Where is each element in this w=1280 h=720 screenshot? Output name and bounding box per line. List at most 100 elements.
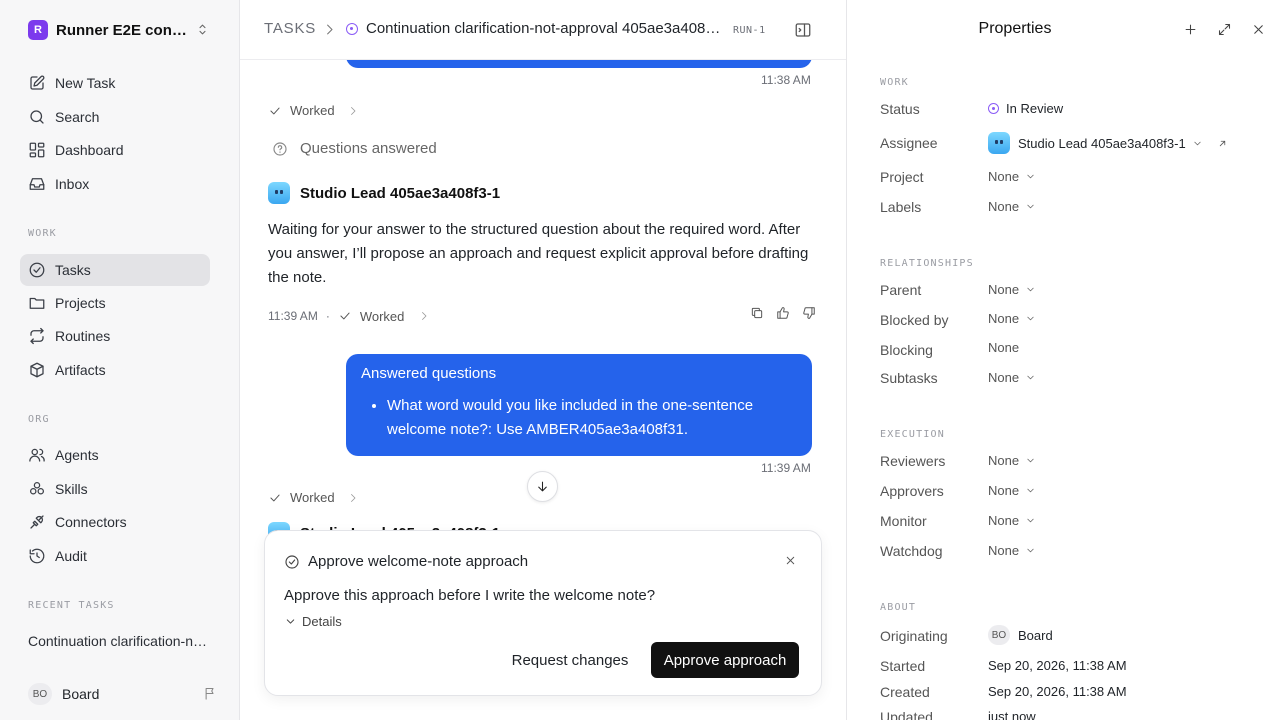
users-icon bbox=[29, 448, 45, 462]
sidebar-item-label: Projects bbox=[55, 295, 106, 311]
flag-icon[interactable] bbox=[203, 686, 218, 701]
skills-icon bbox=[29, 481, 45, 495]
originating-value: BO Board bbox=[988, 625, 1053, 645]
breadcrumb-tasks[interactable]: TASKS bbox=[264, 20, 316, 37]
status-text: In Review bbox=[1006, 101, 1064, 116]
scroll-to-bottom-button[interactable] bbox=[527, 471, 558, 502]
sidebar-item-routines[interactable]: Routines bbox=[20, 320, 210, 352]
sidebar-item-label: Agents bbox=[55, 447, 99, 463]
sidebar-item-projects[interactable]: Projects bbox=[20, 287, 210, 319]
chevron-down-icon bbox=[1027, 518, 1034, 523]
sidebar-item-label: Inbox bbox=[55, 176, 90, 192]
worked-toggle[interactable]: Worked bbox=[338, 309, 439, 324]
section-title-execution: EXECUTION bbox=[880, 429, 945, 440]
approve-approach-button[interactable]: Approve approach bbox=[651, 642, 799, 678]
section-title-work: WORK bbox=[28, 228, 57, 239]
sidebar-item-new-task[interactable]: New Task bbox=[20, 67, 210, 99]
approvers-value[interactable]: None bbox=[988, 483, 1036, 498]
message-actions bbox=[738, 306, 816, 320]
properties-title: Properties bbox=[978, 20, 1052, 37]
sidebar-item-skills[interactable]: Skills bbox=[20, 473, 210, 505]
sidebar-item-artifacts[interactable]: Artifacts bbox=[20, 354, 210, 386]
labels-text: None bbox=[988, 199, 1020, 214]
details-toggle[interactable]: Details bbox=[284, 614, 342, 629]
created-value: Sep 20, 2026, 11:38 AM bbox=[988, 684, 1127, 699]
reviewers-value[interactable]: None bbox=[988, 453, 1036, 468]
parent-text: None bbox=[988, 282, 1020, 297]
created-label: Created bbox=[880, 684, 930, 700]
started-label: Started bbox=[880, 658, 926, 674]
sidebar-item-inbox[interactable]: Inbox bbox=[20, 168, 210, 200]
sidebar-item-label: Connectors bbox=[55, 514, 127, 530]
originating-text: Board bbox=[1018, 627, 1053, 643]
check-icon bbox=[270, 107, 280, 114]
thumbs-up-icon[interactable] bbox=[776, 306, 790, 320]
worked-toggle[interactable]: Worked bbox=[268, 490, 367, 505]
sidebar-item-tasks[interactable]: Tasks bbox=[20, 254, 210, 286]
worked-toggle[interactable]: Worked bbox=[268, 103, 367, 118]
status-value[interactable]: In Review bbox=[988, 101, 1063, 116]
user-menu[interactable]: BO Board bbox=[28, 682, 218, 706]
section-title-about: ABOUT bbox=[880, 602, 917, 613]
sidebar-item-label: Dashboard bbox=[55, 142, 124, 158]
worked-label: Worked bbox=[290, 490, 335, 505]
sidebar-item-agents[interactable]: Agents bbox=[20, 439, 210, 471]
recent-task-item[interactable]: Continuation clarification-not-approval … bbox=[28, 633, 208, 649]
sidebar-item-connectors[interactable]: Connectors bbox=[20, 506, 210, 538]
copy-icon[interactable] bbox=[750, 306, 764, 320]
agent-avatar bbox=[268, 182, 290, 204]
expand-icon[interactable] bbox=[1217, 22, 1232, 37]
agent-name: Studio Lead 405ae3a408f3-1 bbox=[300, 184, 501, 202]
plus-icon[interactable] bbox=[1183, 22, 1198, 37]
request-changes-button[interactable]: Request changes bbox=[505, 642, 635, 678]
monitor-label: Monitor bbox=[880, 513, 927, 529]
edit-icon bbox=[30, 75, 45, 90]
sidebar-item-label: Artifacts bbox=[55, 362, 106, 378]
sidebar-item-label: New Task bbox=[55, 75, 116, 91]
panel-toggle-icon[interactable] bbox=[794, 21, 812, 39]
approvers-label: Approvers bbox=[880, 483, 944, 499]
close-icon[interactable] bbox=[1251, 22, 1266, 37]
watchdog-value[interactable]: None bbox=[988, 543, 1036, 558]
chevron-right-icon bbox=[350, 493, 355, 502]
project-value[interactable]: None bbox=[988, 169, 1036, 184]
tasks-icon bbox=[29, 262, 45, 278]
sidebar-item-search[interactable]: Search bbox=[20, 101, 210, 133]
agent-avatar bbox=[988, 132, 1010, 154]
dashboard-icon bbox=[29, 142, 45, 158]
assignee-name: Studio Lead 405ae3a408f3-1 bbox=[1018, 135, 1186, 151]
started-value: Sep 20, 2026, 11:38 AM bbox=[988, 658, 1127, 673]
thumbs-down-icon[interactable] bbox=[802, 306, 816, 320]
monitor-value[interactable]: None bbox=[988, 513, 1036, 528]
originating-label: Originating bbox=[880, 628, 948, 644]
external-link-icon[interactable] bbox=[1217, 138, 1228, 149]
sidebar-item-dashboard[interactable]: Dashboard bbox=[20, 134, 210, 166]
chevron-right-icon bbox=[350, 106, 355, 115]
reviewers-label: Reviewers bbox=[880, 453, 946, 469]
subtasks-value[interactable]: None bbox=[988, 370, 1036, 385]
answered-questions-title: Answered questions bbox=[361, 365, 497, 382]
close-icon[interactable] bbox=[784, 554, 797, 567]
labels-value[interactable]: None bbox=[988, 199, 1036, 214]
chevron-down-icon bbox=[1027, 458, 1034, 463]
sidebar-item-audit[interactable]: Audit bbox=[20, 540, 210, 572]
chevron-down-icon bbox=[1027, 287, 1034, 292]
properties-panel: Properties WORK Status In Review Assigne… bbox=[846, 0, 1280, 720]
assignee-label: Assignee bbox=[880, 135, 938, 151]
labels-label: Labels bbox=[880, 199, 922, 215]
check-icon bbox=[340, 312, 350, 320]
workspace-switcher[interactable]: R Runner E2E continuation bbox=[28, 18, 218, 42]
user-name: Board bbox=[62, 686, 100, 702]
approval-question: Approve this approach before I write the… bbox=[284, 587, 656, 604]
blocked-by-value[interactable]: None bbox=[988, 311, 1036, 326]
updated-value: just now bbox=[988, 709, 1036, 720]
questions-answered: Questions answered bbox=[272, 140, 437, 157]
parent-value[interactable]: None bbox=[988, 282, 1036, 297]
approvers-text: None bbox=[988, 483, 1020, 498]
watchdog-label: Watchdog bbox=[880, 543, 943, 559]
assignee-value[interactable]: Studio Lead 405ae3a408f3-1 bbox=[988, 132, 1228, 154]
message-meta: 11:39 AM · Worked bbox=[268, 306, 816, 326]
avatar: BO bbox=[988, 625, 1010, 645]
chevron-down-icon bbox=[286, 619, 295, 624]
worked-label: Worked bbox=[359, 308, 405, 324]
